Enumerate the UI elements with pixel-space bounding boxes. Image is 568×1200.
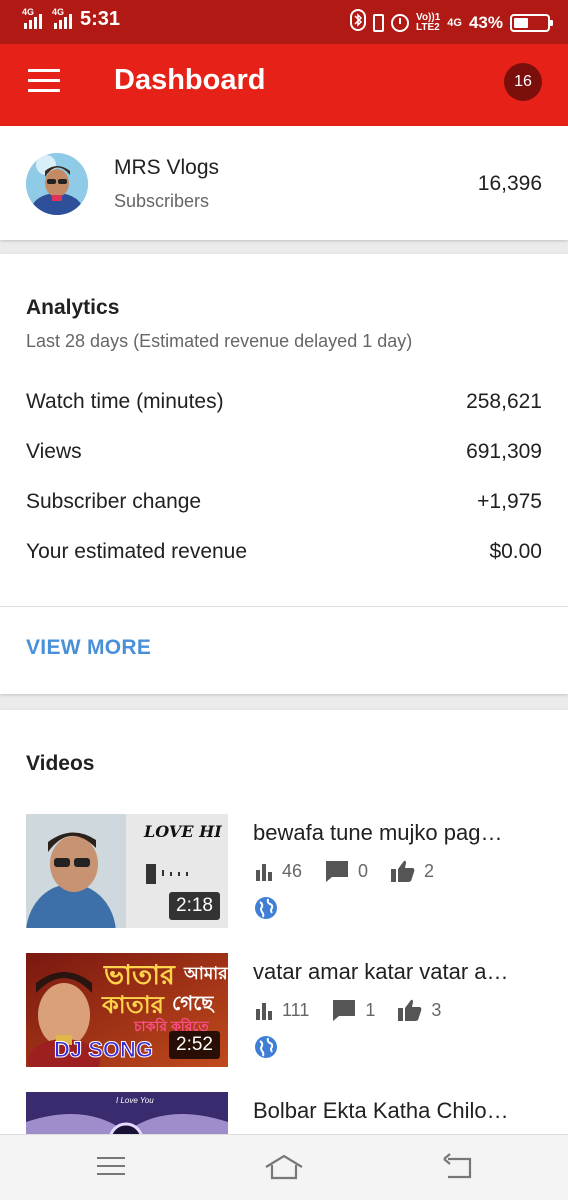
video-stats: 111 1 3	[254, 998, 463, 1022]
video-list-item[interactable]: ভাতার আমার কাতার গেছে চাকরি করিতে DJ SON…	[0, 953, 568, 1071]
views-stat: 46	[254, 861, 302, 882]
comments-count: 1	[365, 999, 376, 1020]
views-count: 111	[282, 999, 310, 1020]
video-thumbnail[interactable]: LOVE HI 2:18	[26, 814, 228, 928]
views-count: 46	[282, 860, 303, 881]
analytics-value: 258,621	[466, 390, 542, 413]
video-title: bewafa tune mujko pag…	[253, 820, 503, 845]
analytics-row-watch-time: Watch time (minutes) 258,621	[26, 390, 542, 420]
likes-count: 2	[424, 860, 435, 881]
app-bar: Dashboard 16	[0, 44, 568, 126]
video-duration: 2:52	[169, 1031, 220, 1059]
status-right: Vo))1 LTE2 4G 43%	[350, 9, 553, 36]
videos-card: Videos LOVE HI 2:18 bewafa tune mujko pa…	[0, 710, 568, 1140]
signal-icon: 4G	[52, 7, 72, 29]
status-bar: 4G 4G 5:31 Vo))1 LTE2 4G 43%	[0, 0, 568, 44]
likes-stat: 2	[390, 859, 434, 883]
page-title: Dashboard	[114, 64, 266, 96]
comments-stat: 0	[324, 859, 368, 883]
analytics-subtitle: Last 28 days (Estimated revenue delayed …	[26, 331, 413, 351]
videos-title: Videos	[26, 752, 95, 775]
public-globe-icon	[254, 896, 278, 925]
network-icon: 4G	[447, 16, 462, 29]
system-nav-bar	[0, 1134, 568, 1200]
analytics-value: +1,975	[477, 490, 542, 513]
battery-icon	[510, 13, 553, 32]
bar-chart-icon	[256, 1003, 272, 1020]
subscribers-label: Subscribers	[114, 191, 210, 211]
video-list-item[interactable]: LOVE HI 2:18 bewafa tune mujko pag… 46 0…	[0, 814, 568, 932]
status-left: 4G 4G 5:31	[22, 7, 121, 31]
video-title: Bolbar Ekta Katha Chilo…	[253, 1098, 509, 1123]
notification-badge[interactable]: 16	[504, 63, 542, 101]
analytics-label: Views	[26, 440, 82, 463]
analytics-label: Watch time (minutes)	[26, 390, 224, 413]
recent-apps-menu-icon[interactable]	[96, 1153, 126, 1184]
analytics-value: $0.00	[489, 540, 542, 563]
bluetooth-icon	[350, 9, 367, 36]
video-title: vatar amar katar vatar a…	[253, 959, 509, 984]
signal-icon: 4G	[22, 7, 42, 29]
analytics-card: Analytics Last 28 days (Estimated revenu…	[0, 254, 568, 694]
video-thumbnail[interactable]: I Love You	[26, 1092, 228, 1140]
likes-stat: 3	[397, 998, 441, 1022]
video-thumbnail[interactable]: ভাতার আমার কাতার গেছে চাকরি করিতে DJ SON…	[26, 953, 228, 1067]
volte-indicator: Vo))1 LTE2	[416, 11, 441, 33]
analytics-value: 691,309	[466, 440, 542, 463]
channel-avatar[interactable]	[26, 153, 88, 215]
thumbs-up-icon	[391, 860, 415, 882]
analytics-row-subscriber-change: Subscriber change +1,975	[26, 490, 542, 520]
video-stats: 46 0 2	[254, 859, 456, 883]
alarm-icon	[391, 13, 410, 32]
analytics-label: Subscriber change	[26, 490, 202, 513]
subscribers-count: 16,396	[477, 172, 542, 195]
battery-percent: 43%	[468, 12, 503, 32]
home-icon[interactable]	[264, 1153, 304, 1186]
comment-icon	[333, 1000, 356, 1021]
video-duration: 2:18	[169, 892, 220, 920]
channel-name: MRS Vlogs	[114, 156, 220, 179]
comment-icon	[326, 861, 349, 882]
vibrate-icon	[373, 13, 385, 32]
analytics-label: Your estimated revenue	[26, 540, 248, 563]
thumbs-up-icon	[398, 999, 422, 1021]
analytics-row-revenue: Your estimated revenue $0.00	[26, 540, 542, 570]
views-stat: 111	[254, 1000, 309, 1021]
analytics-title: Analytics	[26, 296, 120, 319]
divider	[0, 606, 568, 607]
view-more-button[interactable]: VIEW MORE	[26, 636, 151, 660]
analytics-row-views: Views 691,309	[26, 440, 542, 470]
comments-stat: 1	[331, 998, 375, 1022]
channel-card: MRS Vlogs Subscribers 16,396	[0, 126, 568, 240]
thumbnail-text: DJ SONG	[53, 1037, 154, 1063]
bar-chart-icon	[256, 864, 272, 881]
thumbnail-text: LOVE HI	[144, 822, 222, 841]
hamburger-menu-icon[interactable]	[28, 69, 60, 97]
clock: 5:31	[80, 8, 121, 30]
thumbnail-text: আমার	[184, 964, 228, 983]
public-globe-icon	[254, 1035, 278, 1064]
back-icon[interactable]	[442, 1153, 472, 1186]
likes-count: 3	[431, 999, 442, 1020]
thumbnail-text: I Love You	[116, 1096, 154, 1105]
comments-count: 0	[358, 860, 369, 881]
